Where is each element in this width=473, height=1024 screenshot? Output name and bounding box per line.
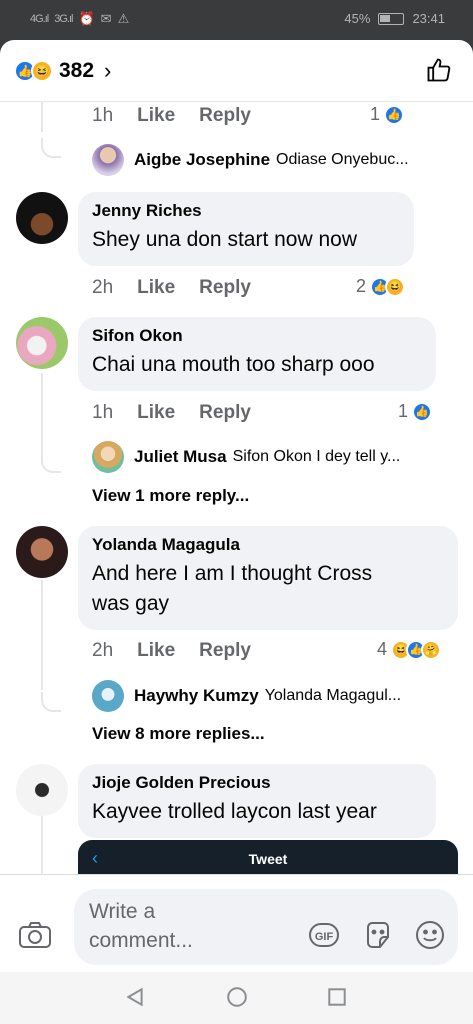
reactions-header: 👍 😆 382 ›: [0, 40, 473, 102]
signal-indicator-2: 3G.ıl: [54, 13, 73, 25]
thread-connector: [41, 138, 61, 158]
view-more-replies-link[interactable]: View 8 more replies...: [92, 724, 265, 744]
comment-bubble[interactable]: Jioje Golden Precious Kayvee trolled lay…: [78, 764, 436, 838]
system-navigation-bar: [0, 972, 473, 1024]
comment-time: 2h: [92, 277, 114, 298]
back-triangle-icon[interactable]: [124, 986, 146, 1008]
reaction-count: 4: [377, 639, 388, 659]
reply-author: Juliet Musa: [134, 447, 227, 466]
comment-author[interactable]: Sifon Okon: [92, 326, 422, 346]
battery-icon: [378, 12, 405, 25]
reply-preview[interactable]: Haywhy Kumzy Yolanda Magagul...: [92, 680, 462, 712]
haha-reaction-icon: 😆: [385, 276, 406, 297]
warning-icon: ⚠: [117, 11, 130, 26]
comments-sheet: 👍 😆 382 › 1h Like Reply 1 👍 Aigbe Joseph…: [0, 40, 473, 972]
reply-author: Aigbe Josephine: [134, 150, 271, 169]
thread-connector: [41, 692, 61, 712]
comment-actions: 1h Like Reply: [92, 402, 275, 424]
like-reaction-icon: 👍: [384, 104, 405, 125]
reply-button[interactable]: Reply: [199, 402, 251, 424]
camera-icon[interactable]: [18, 921, 52, 949]
comment-text: Kayvee trolled laycon last year: [92, 800, 377, 823]
comment-time: 1h: [92, 105, 114, 126]
comment-author[interactable]: Yolanda Magagula: [92, 535, 444, 555]
sticker-icon[interactable]: [362, 919, 394, 951]
like-button[interactable]: Like: [137, 640, 175, 662]
chevron-right-icon: ›: [104, 58, 112, 83]
reply-button[interactable]: Reply: [199, 277, 251, 299]
thread-line: [41, 102, 43, 132]
placeholder-line: Write a: [89, 900, 156, 923]
tweet-title: Tweet: [248, 851, 288, 867]
thread-line: [41, 816, 43, 876]
like-reaction-icon: 👍: [412, 401, 433, 422]
avatar: [92, 144, 124, 176]
avatar[interactable]: [16, 764, 68, 816]
avatar[interactable]: [16, 526, 68, 578]
care-reaction-icon: 🤗: [421, 639, 442, 660]
comment-time: 2h: [92, 640, 114, 661]
thread-line: [41, 373, 43, 453]
comment-time: 1h: [92, 402, 114, 423]
comment-placeholder: Write a comment...: [89, 897, 249, 955]
gif-icon[interactable]: GIF: [308, 919, 340, 951]
comment-text: Chai una mouth too sharp ooo: [92, 353, 375, 376]
alarm-icon: ⏰: [78, 11, 95, 26]
avatar[interactable]: [16, 192, 68, 244]
signal-indicator: 4G.ıl: [30, 13, 49, 25]
thread-connector: [41, 453, 61, 473]
avatar: [92, 441, 124, 473]
reaction-count: 1: [398, 401, 409, 421]
avatar[interactable]: [16, 317, 68, 369]
mail-icon: ✉: [100, 11, 112, 26]
reply-preview[interactable]: Aigbe Josephine Odiase Onyebuc...: [92, 144, 462, 176]
comment-bubble[interactable]: Sifon Okon Chai una mouth too sharp ooo: [78, 317, 436, 391]
comment-bubble[interactable]: Jenny Riches Shey una don start now now: [78, 192, 414, 266]
like-button[interactable]: Like: [137, 105, 175, 127]
reply-text: Yolanda Magagul...: [264, 687, 402, 704]
clock: 23:41: [412, 11, 445, 26]
comment-text-line: And here I am I thought Cross: [92, 562, 373, 585]
like-outline-icon[interactable]: [425, 56, 453, 84]
home-circle-icon[interactable]: [226, 986, 248, 1008]
comment-reactions[interactable]: 1 👍: [370, 104, 405, 125]
like-button[interactable]: Like: [137, 277, 175, 299]
battery-percent: 45%: [344, 11, 371, 26]
comment-reactions[interactable]: 2 👍 😆: [356, 276, 406, 297]
reply-button[interactable]: Reply: [199, 640, 251, 662]
placeholder-line: comment...: [89, 929, 193, 952]
comment-reactions[interactable]: 1 👍: [398, 401, 433, 422]
emoji-icon[interactable]: [414, 919, 446, 951]
comment-author[interactable]: Jenny Riches: [92, 201, 400, 221]
haha-reaction-icon: 😆: [31, 60, 53, 82]
comment-text-line: was gay: [92, 592, 170, 615]
comment-reactions[interactable]: 4 😆 👍 🤗: [377, 639, 442, 660]
avatar: [92, 680, 124, 712]
reply-text: Odiase Onyebuc...: [276, 151, 409, 168]
reaction-count: 382: [59, 59, 95, 82]
comment-author[interactable]: Jioje Golden Precious: [92, 773, 422, 793]
status-bar: 4G.ıl 3G.ıl ⏰ ✉ ⚠ 45% 23:41: [0, 0, 473, 40]
reply-author: Haywhy Kumzy: [134, 686, 259, 705]
reply-text: Sifon Okon I dey tell y...: [232, 448, 401, 465]
comment-bubble[interactable]: Yolanda Magagula And here I am I thought…: [78, 526, 458, 630]
reply-preview[interactable]: Juliet Musa Sifon Okon I dey tell y...: [92, 441, 462, 473]
thread-line: [41, 580, 43, 690]
comment-actions: 1h Like Reply: [92, 105, 275, 127]
comment-actions: 2h Like Reply: [92, 277, 275, 299]
svg-text:GIF: GIF: [315, 931, 334, 943]
comment-input[interactable]: Write a comment... GIF: [74, 889, 458, 965]
comment-composer: Write a comment... GIF: [0, 874, 473, 972]
reaction-count: 2: [356, 276, 367, 296]
reply-button[interactable]: Reply: [199, 105, 251, 127]
view-more-replies-link[interactable]: View 1 more reply...: [92, 486, 249, 506]
comment-text: Shey una don start now now: [92, 228, 358, 251]
recents-square-icon[interactable]: [326, 986, 348, 1008]
comment-actions: 2h Like Reply: [92, 640, 275, 662]
like-button[interactable]: Like: [137, 402, 175, 424]
reactions-summary[interactable]: 👍 😆 382 ›: [14, 58, 111, 84]
reaction-count: 1: [370, 104, 381, 124]
